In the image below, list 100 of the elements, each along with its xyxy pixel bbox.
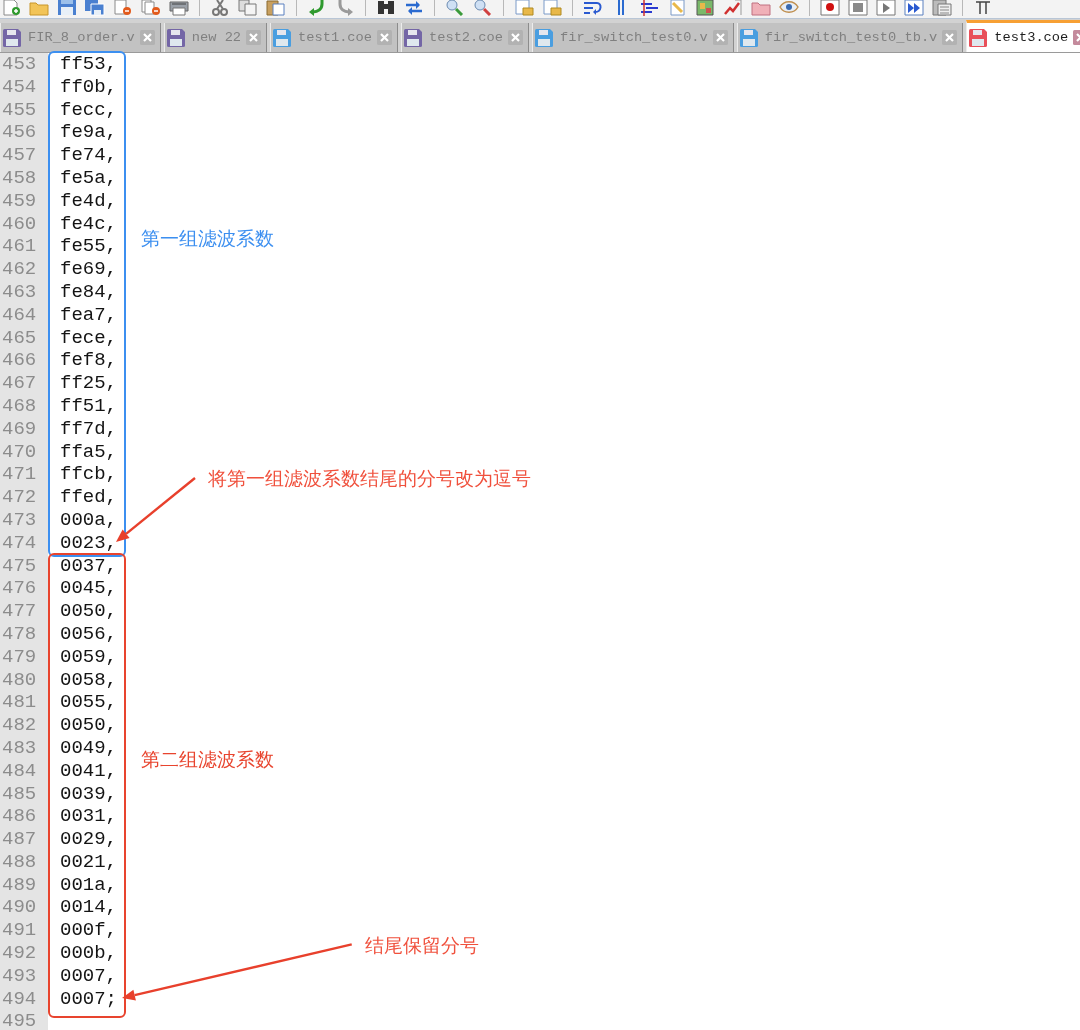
- line-number: 457: [2, 144, 38, 167]
- code-line: fe4d,: [60, 189, 118, 213]
- save-all-icon[interactable]: [85, 0, 105, 16]
- play-icon[interactable]: [876, 0, 896, 16]
- line-chart-icon[interactable]: [723, 0, 743, 16]
- line-number: 469: [2, 417, 38, 441]
- code-line: 0037,: [60, 554, 118, 578]
- code-line: fe9a,: [60, 121, 118, 145]
- eye-icon[interactable]: [779, 0, 799, 16]
- code-line: ff25,: [60, 372, 118, 395]
- code-line: fef8,: [60, 349, 118, 373]
- code-line: fe55,: [60, 235, 118, 259]
- callout-text: 结尾保留分号: [365, 932, 479, 957]
- code-line: 0050,: [60, 714, 118, 737]
- tab[interactable]: fir_switch_test0.v: [531, 23, 734, 52]
- save-icon[interactable]: [57, 0, 77, 16]
- pi-icon[interactable]: [973, 0, 993, 16]
- line-number: 463: [2, 280, 38, 304]
- zoom-in-icon[interactable]: [445, 0, 465, 16]
- line-number: 482: [2, 714, 38, 737]
- close-icon[interactable]: [139, 30, 155, 45]
- lock-icon[interactable]: [542, 0, 562, 16]
- close-icon[interactable]: [942, 30, 958, 45]
- tab[interactable]: fir_switch_test0_tb.v: [736, 23, 964, 52]
- tab[interactable]: FIR_8_order.v: [0, 23, 161, 52]
- double-play-icon[interactable]: [904, 0, 924, 16]
- close-icon[interactable]: [377, 30, 392, 45]
- line-number: 488: [2, 850, 38, 874]
- document-icon[interactable]: [667, 0, 687, 16]
- code-line: 0059,: [60, 645, 118, 669]
- scissors-icon[interactable]: [210, 0, 230, 16]
- code-line: ffed,: [60, 486, 118, 509]
- line-number: 493: [2, 964, 38, 988]
- code-line: fece,: [60, 326, 118, 350]
- copy-icon[interactable]: [238, 0, 258, 16]
- line-number: 478: [2, 622, 38, 646]
- line-number: 467: [2, 372, 38, 395]
- close-icon[interactable]: [507, 30, 523, 45]
- code-line: ff51,: [60, 394, 118, 418]
- code-line: 0023,: [60, 531, 118, 555]
- indent-guide-icon[interactable]: [639, 0, 659, 16]
- replace-icon[interactable]: [404, 0, 424, 16]
- line-number: 481: [2, 691, 38, 715]
- stop-icon[interactable]: [848, 0, 868, 16]
- line-number: 475: [2, 554, 38, 578]
- code-line: 0014,: [60, 896, 118, 920]
- line-number: 483: [2, 736, 38, 760]
- line-number: 474: [2, 531, 38, 555]
- record-icon[interactable]: [820, 0, 840, 16]
- line-number: 487: [2, 828, 38, 851]
- undo-icon[interactable]: [307, 0, 327, 16]
- code-line: fecc,: [60, 98, 118, 122]
- line-number: 485: [2, 782, 38, 806]
- line-number: 468: [2, 394, 38, 418]
- line-number: 486: [2, 805, 38, 829]
- line-number: 484: [2, 759, 38, 783]
- close-file-icon[interactable]: [113, 0, 133, 16]
- close-icon[interactable]: [246, 30, 262, 45]
- line-number: 489: [2, 873, 38, 897]
- annotation-label: 第一组滤波系数: [141, 226, 274, 250]
- line-number: 471: [2, 463, 38, 487]
- line-number: 479: [2, 645, 38, 669]
- new-file-icon[interactable]: [1, 0, 21, 16]
- line-number: 494: [2, 987, 38, 1011]
- code-line: 0021,: [60, 850, 118, 874]
- tab[interactable]: new 22: [163, 23, 268, 52]
- line-number: 470: [2, 440, 38, 464]
- folder-icon[interactable]: [751, 0, 771, 16]
- code-line: ffa5,: [60, 440, 118, 464]
- code-line: ff0b,: [60, 75, 118, 99]
- tab[interactable]: test2.coe: [401, 23, 529, 52]
- grid-icon[interactable]: [932, 0, 952, 16]
- line-number: 477: [2, 600, 38, 623]
- code-line: 001a,: [60, 873, 118, 897]
- callout-text: 将第一组滤波系数结尾的分号改为逗号: [208, 466, 531, 490]
- line-number: 476: [2, 577, 38, 601]
- line-number: 465: [2, 326, 38, 350]
- binoculars-icon[interactable]: [376, 0, 396, 16]
- line-number: 460: [2, 212, 38, 236]
- zoom-out-icon[interactable]: [473, 0, 493, 16]
- wrap-icon[interactable]: [583, 0, 603, 16]
- tab[interactable]: test3.coe: [966, 20, 1080, 52]
- printer-icon[interactable]: [169, 0, 189, 16]
- code-line: 0058,: [60, 668, 118, 692]
- folder-icon[interactable]: [29, 0, 49, 16]
- close-all-icon[interactable]: [141, 0, 161, 16]
- code-line: 0056,: [60, 622, 118, 646]
- lock-icon[interactable]: [514, 0, 534, 16]
- code-line: 000b,: [60, 942, 118, 965]
- code-line: 0031,: [60, 805, 118, 829]
- close-icon[interactable]: [712, 30, 728, 45]
- map-icon[interactable]: [695, 0, 715, 16]
- tab[interactable]: test1.coe: [270, 23, 398, 52]
- code-line: 0007,: [60, 964, 118, 988]
- line-number: 495: [2, 1010, 38, 1030]
- code-line: 000f,: [60, 919, 118, 943]
- code-line: 0007;: [60, 987, 118, 1011]
- line-number: 490: [2, 896, 38, 920]
- code-line: fe4c,: [60, 212, 118, 236]
- clipboard-icon[interactable]: [266, 0, 286, 16]
